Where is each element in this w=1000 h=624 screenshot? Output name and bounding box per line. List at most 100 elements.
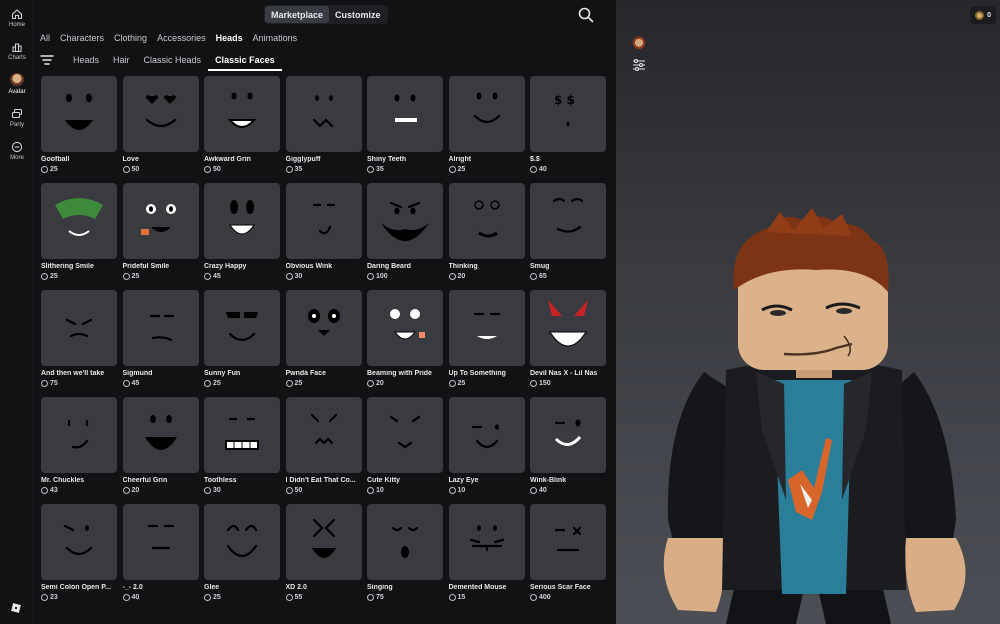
item-card[interactable]: Toothless 30 bbox=[204, 397, 280, 504]
nav-more[interactable]: More bbox=[0, 141, 34, 171]
category-tab-animations[interactable]: Animations bbox=[253, 33, 298, 43]
item-thumbnail[interactable] bbox=[122, 504, 199, 580]
item-card[interactable]: Wink-Blink 40 bbox=[530, 397, 606, 504]
item-card[interactable]: Devil Nas X - Lil Nas 150 bbox=[530, 290, 606, 397]
roblox-logo-icon[interactable] bbox=[10, 602, 22, 614]
item-thumbnail[interactable]: $ $ bbox=[530, 76, 606, 152]
item-card[interactable]: Daring Beard 100 bbox=[367, 183, 443, 290]
item-price-value: 25 bbox=[213, 380, 221, 387]
item-thumbnail[interactable] bbox=[367, 183, 443, 259]
face-artwork bbox=[149, 314, 174, 342]
item-thumbnail[interactable] bbox=[204, 76, 280, 152]
item-card[interactable]: Singing 75 bbox=[367, 504, 443, 611]
subcategory-tab-classic-faces[interactable]: Classic Faces bbox=[208, 50, 282, 71]
marketplace-tab[interactable]: Marketplace bbox=[265, 6, 330, 23]
item-thumbnail[interactable] bbox=[367, 504, 443, 580]
item-card[interactable]: Crazy Happy 45 bbox=[204, 183, 280, 290]
item-card[interactable]: Pwnda Face 25 bbox=[285, 290, 362, 397]
item-thumbnail[interactable] bbox=[530, 504, 606, 580]
subcategory-tab-hair[interactable]: Hair bbox=[106, 50, 137, 71]
item-thumbnail[interactable] bbox=[367, 290, 443, 366]
nav-party[interactable]: Party bbox=[0, 108, 34, 138]
svg-text:$ $: $ $ bbox=[554, 93, 575, 107]
subcategory-tab-classic-heads[interactable]: Classic Heads bbox=[137, 50, 209, 71]
item-card[interactable]: And then we'll take 75 bbox=[41, 290, 117, 397]
item-card[interactable]: $ $ $.$ 40 bbox=[530, 76, 606, 183]
category-tab-characters[interactable]: Characters bbox=[60, 33, 104, 43]
item-thumbnail[interactable] bbox=[41, 76, 117, 152]
item-card[interactable]: Cute Kitty 10 bbox=[367, 397, 443, 504]
face-artwork bbox=[225, 417, 259, 450]
item-thumbnail[interactable] bbox=[530, 290, 606, 366]
item-card[interactable]: Love 50 bbox=[122, 76, 199, 183]
item-card[interactable]: I Didn't Eat That Co... 50 bbox=[285, 397, 362, 504]
item-thumbnail[interactable] bbox=[530, 397, 606, 473]
subcategory-tab-heads[interactable]: Heads bbox=[66, 50, 106, 71]
item-card[interactable]: Beaming with Pride 20 bbox=[367, 290, 443, 397]
item-card[interactable]: Serious Scar Face 400 bbox=[530, 504, 606, 611]
item-thumbnail[interactable] bbox=[367, 76, 443, 152]
avatar-viewport[interactable]: 0 bbox=[616, 0, 1000, 624]
item-thumbnail[interactable] bbox=[448, 76, 525, 152]
item-thumbnail[interactable] bbox=[448, 504, 525, 580]
category-tab-accessories[interactable]: Accessories bbox=[157, 33, 206, 43]
robux-icon bbox=[41, 487, 48, 494]
category-tab-heads[interactable]: Heads bbox=[216, 33, 243, 43]
item-card[interactable]: Lazy Eye 10 bbox=[448, 397, 525, 504]
category-tab-all[interactable]: All bbox=[40, 33, 50, 43]
item-card[interactable]: Slithering Smile 25 bbox=[41, 183, 117, 290]
item-card[interactable]: Smug 65 bbox=[530, 183, 606, 290]
category-tab-clothing[interactable]: Clothing bbox=[114, 33, 147, 43]
item-card[interactable]: Sigmund 45 bbox=[122, 290, 199, 397]
item-thumbnail[interactable] bbox=[122, 76, 199, 152]
item-thumbnail[interactable] bbox=[204, 397, 280, 473]
item-card[interactable]: Goofball 25 bbox=[41, 76, 117, 183]
item-card[interactable]: Glee 25 bbox=[204, 504, 280, 611]
item-card[interactable]: Obvious Wink 30 bbox=[285, 183, 362, 290]
item-thumbnail[interactable] bbox=[41, 290, 117, 366]
item-thumbnail[interactable] bbox=[41, 504, 117, 580]
nav-avatar[interactable]: Avatar bbox=[0, 73, 34, 103]
nav-home[interactable]: Home bbox=[0, 8, 34, 38]
item-name: Pwnda Face bbox=[285, 370, 326, 377]
item-thumbnail[interactable] bbox=[122, 397, 199, 473]
item-card[interactable]: Alright 25 bbox=[448, 76, 525, 183]
item-thumbnail[interactable] bbox=[41, 183, 117, 259]
item-thumbnail[interactable] bbox=[285, 76, 362, 152]
item-thumbnail[interactable] bbox=[204, 183, 280, 259]
filter-icon[interactable] bbox=[40, 54, 54, 66]
item-card[interactable]: Sunny Fun 25 bbox=[204, 290, 280, 397]
item-thumbnail[interactable] bbox=[285, 397, 362, 473]
item-card[interactable]: Cheerful Grin 20 bbox=[122, 397, 199, 504]
item-thumbnail[interactable] bbox=[122, 183, 199, 259]
item-card[interactable]: Mr. Chuckles 43 bbox=[41, 397, 117, 504]
item-thumbnail[interactable] bbox=[367, 397, 443, 473]
item-price-value: 75 bbox=[50, 380, 58, 387]
nav-charts[interactable]: Charts bbox=[0, 41, 34, 71]
item-thumbnail[interactable] bbox=[285, 290, 362, 366]
item-card[interactable]: Semi Colon Open P... 23 bbox=[41, 504, 117, 611]
item-thumbnail[interactable] bbox=[448, 290, 525, 366]
item-card[interactable]: Shiny Teeth 35 bbox=[367, 76, 443, 183]
item-thumbnail[interactable] bbox=[204, 290, 280, 366]
item-thumbnail[interactable] bbox=[448, 183, 525, 259]
item-thumbnail[interactable] bbox=[122, 290, 199, 366]
search-icon[interactable] bbox=[577, 6, 595, 24]
item-thumbnail[interactable] bbox=[285, 183, 362, 259]
item-card[interactable]: Up To Something 25 bbox=[448, 290, 525, 397]
item-card[interactable]: Awkward Grin 50 bbox=[204, 76, 280, 183]
item-price-value: 45 bbox=[131, 380, 140, 387]
item-thumbnail[interactable] bbox=[285, 504, 362, 580]
item-card[interactable]: XD 2.0 55 bbox=[285, 504, 362, 611]
customize-tab[interactable]: Customize bbox=[329, 6, 387, 23]
item-thumbnail[interactable] bbox=[448, 397, 525, 473]
item-name: Beaming with Pride bbox=[367, 370, 432, 377]
item-thumbnail[interactable] bbox=[204, 504, 280, 580]
item-card[interactable]: Demented Mouse 15 bbox=[448, 504, 525, 611]
item-thumbnail[interactable] bbox=[41, 397, 117, 473]
item-thumbnail[interactable] bbox=[530, 183, 606, 259]
item-card[interactable]: -_- 2.0 40 bbox=[122, 504, 199, 611]
item-card[interactable]: Gigglypuff 35 bbox=[285, 76, 362, 183]
item-card[interactable]: Prideful Smile 25 bbox=[122, 183, 199, 290]
item-card[interactable]: Thinking 20 bbox=[448, 183, 525, 290]
